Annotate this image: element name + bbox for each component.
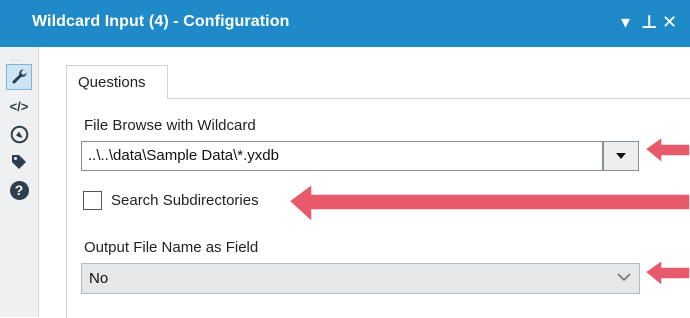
- pin-icon[interactable]: ⊥: [641, 10, 657, 34]
- tab-questions[interactable]: Questions: [66, 65, 168, 99]
- sidebar-item-code[interactable]: </>: [6, 93, 32, 119]
- help-glyph: ?: [14, 182, 24, 198]
- window-title: Wildcard Input (4) - Configuration: [32, 13, 290, 30]
- caret-down-icon: [616, 153, 626, 159]
- output-field-label: Output File Name as Field: [84, 239, 259, 256]
- code-icon: </>: [9, 98, 29, 114]
- search-subdirectories-checkbox[interactable]: [83, 191, 102, 210]
- wrench-icon: [12, 69, 27, 84]
- sidebar-item-tag[interactable]: [6, 149, 32, 175]
- chevron-down-icon[interactable]: ▾: [621, 10, 630, 34]
- window-titlebar: Wildcard Input (4) - Configuration ▾ ⊥ ✕: [0, 0, 690, 47]
- callout-arrow-file-browse: [644, 135, 690, 165]
- file-browse-dropdown-button[interactable]: [603, 141, 639, 171]
- sidebar-item-annotation[interactable]: [6, 121, 32, 147]
- callout-arrow-search-subdirectories: [288, 182, 690, 224]
- close-icon[interactable]: ✕: [662, 10, 677, 34]
- output-field-selected-value: No: [89, 270, 109, 287]
- search-subdirectories-label[interactable]: Search Subdirectories: [111, 192, 259, 209]
- tag-icon: [12, 155, 26, 169]
- help-icon: ?: [9, 180, 29, 200]
- sidebar-item-help[interactable]: ?: [6, 177, 32, 203]
- file-browse-label: File Browse with Wildcard: [84, 117, 256, 134]
- chevron-down-icon: [617, 273, 631, 282]
- callout-arrow-output-field: [644, 258, 690, 288]
- tab-questions-label: Questions: [78, 74, 146, 91]
- sidebar-item-configuration[interactable]: [6, 64, 32, 90]
- output-field-select[interactable]: No: [81, 263, 640, 294]
- file-browse-input[interactable]: ..\..\data\Sample Data\*.yxdb: [81, 141, 603, 171]
- annotation-icon: [10, 125, 28, 143]
